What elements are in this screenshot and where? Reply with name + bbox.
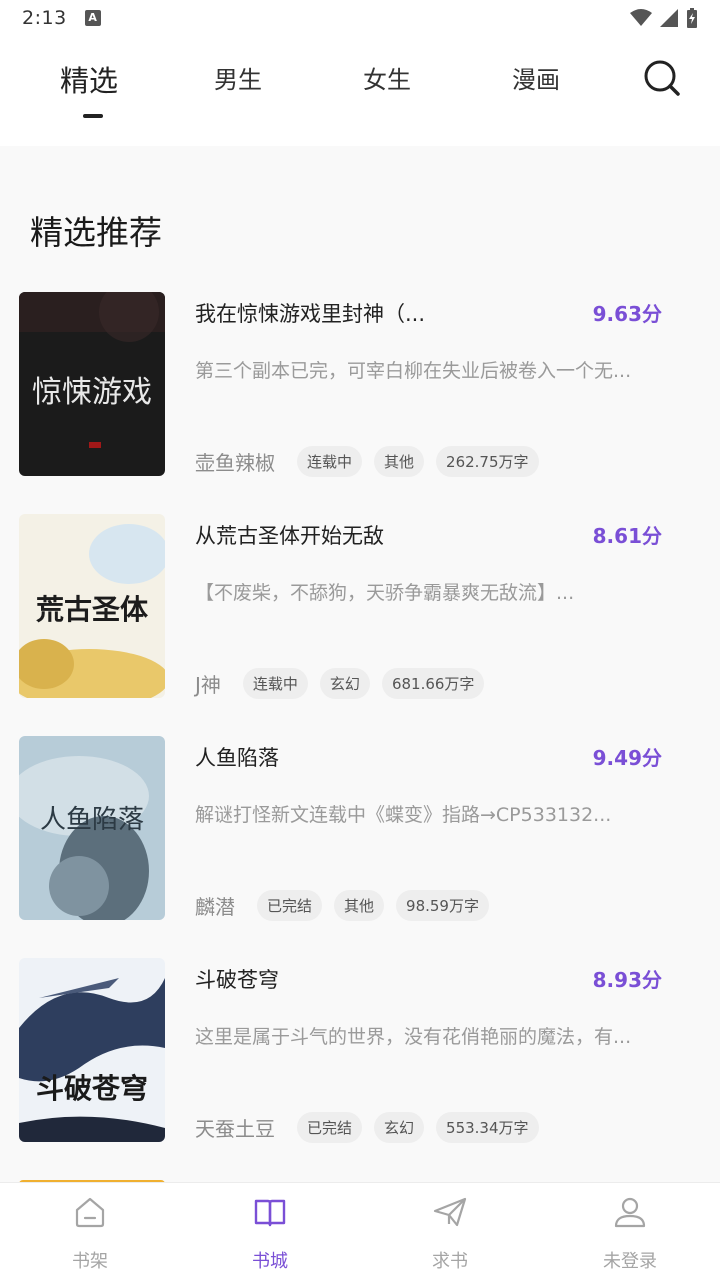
- genre-tag: 其他: [374, 446, 425, 477]
- bottom-nav: 书架 书城 求书 未登录: [0, 1182, 720, 1280]
- notification-icon: A: [84, 10, 101, 26]
- user-icon: [614, 1197, 646, 1228]
- nav-label: 书城: [252, 1251, 288, 1272]
- book-author: 麟潜: [195, 895, 235, 919]
- book-cover: 荒古圣体: [19, 514, 165, 698]
- active-tab-indicator: [83, 114, 103, 118]
- book-score: 9.63分: [592, 302, 662, 326]
- tab-comics[interactable]: 漫画: [512, 60, 560, 95]
- home-icon: [75, 1197, 105, 1228]
- book-author: 壶鱼辣椒: [195, 451, 275, 475]
- book-description: 这里是属于斗气的世界，没有花俏艳丽的魔法，有...: [195, 1026, 632, 1048]
- book-meta: J神 连载中 玄幻 681.66万字: [195, 668, 485, 699]
- book-title: 我在惊悚游戏里封神（...: [195, 302, 426, 326]
- status-time: 2:13: [22, 7, 67, 29]
- tab-male[interactable]: 男生: [214, 60, 262, 95]
- wifi-icon: [630, 9, 652, 26]
- nav-login[interactable]: 未登录: [540, 1183, 720, 1280]
- battery-icon: [687, 8, 697, 28]
- cover-title: 人鱼陷落: [40, 805, 144, 835]
- book-title: 从荒古圣体开始无敌: [195, 524, 384, 548]
- book-score: 8.93分: [592, 968, 662, 992]
- book-score: 8.61分: [592, 524, 662, 548]
- book-cover: 斗破苍穹: [19, 958, 165, 1142]
- status-tag: 连载中: [297, 446, 363, 477]
- book-item[interactable]: 人鱼陷落 人鱼陷落 9.49分 解谜打怪新文连载中《蝶变》指路→CP533132…: [0, 736, 720, 922]
- nav-label: 书架: [72, 1251, 108, 1272]
- book-meta: 壶鱼辣椒 连载中 其他 262.75万字: [195, 446, 539, 477]
- book-cover: 惊悚游戏: [19, 292, 165, 476]
- nav-bookshelf[interactable]: 书架: [0, 1183, 180, 1280]
- signal-icon: [660, 9, 678, 27]
- book-item[interactable]: 斗破苍穹 斗破苍穹 8.93分 这里是属于斗气的世界，没有花俏艳丽的魔法，有..…: [0, 958, 720, 1144]
- word-count-tag: 553.34万字: [436, 1112, 539, 1143]
- genre-tag: 其他: [334, 890, 385, 921]
- genre-tag: 玄幻: [374, 1112, 425, 1143]
- section-title: 精选推荐: [30, 213, 162, 252]
- cover-title: 荒古圣体: [36, 593, 149, 626]
- paper-plane-icon: [433, 1197, 467, 1227]
- word-count-tag: 681.66万字: [381, 668, 485, 699]
- book-title: 人鱼陷落: [195, 746, 279, 770]
- book-author: J神: [195, 673, 221, 697]
- status-tag: 已完结: [257, 890, 323, 921]
- status-tag: 连载中: [242, 668, 308, 699]
- book-icon: [254, 1199, 286, 1227]
- tab-featured[interactable]: 精选: [60, 58, 118, 100]
- tab-female[interactable]: 女生: [363, 60, 411, 95]
- book-item[interactable]: 荒古圣体 从荒古圣体开始无敌 8.61分 【不废柴，不舔狗，天骄争霸暴爽无敌流】…: [0, 514, 720, 700]
- book-meta: 麟潜 已完结 其他 98.59万字: [195, 890, 489, 921]
- status-bar: 2:13 A: [0, 0, 720, 36]
- book-author: 天蚕土豆: [195, 1117, 275, 1141]
- book-score: 9.49分: [592, 746, 662, 770]
- cover-title: 惊悚游戏: [32, 375, 152, 410]
- book-description: 第三个副本已完，可宰白柳在失业后被卷入一个无...: [195, 360, 632, 382]
- book-description: 【不废柴，不舔狗，天骄争霸暴爽无敌流】...: [195, 582, 575, 604]
- word-count-tag: 98.59万字: [396, 890, 489, 921]
- nav-request-book[interactable]: 求书: [360, 1183, 540, 1280]
- nav-bookstore[interactable]: 书城: [180, 1183, 360, 1280]
- search-icon[interactable]: [642, 58, 682, 98]
- nav-label: 求书: [432, 1251, 468, 1272]
- word-count-tag: 262.75万字: [436, 446, 539, 477]
- category-tabs: 精选 男生 女生 漫画: [0, 36, 720, 146]
- status-icons: [630, 8, 698, 28]
- book-item[interactable]: 惊悚游戏 我在惊悚游戏里封神（... 9.63分 第三个副本已完，可宰白柳在失业…: [0, 292, 720, 478]
- book-store-content: 精选推荐 惊悚游戏 我在惊悚游戏里封神（... 9.63分 第三个副本已完，可宰…: [0, 146, 720, 1182]
- book-meta: 天蚕土豆 已完结 玄幻 553.34万字: [195, 1112, 539, 1143]
- genre-tag: 玄幻: [319, 668, 370, 699]
- book-cover: 人鱼陷落: [19, 736, 165, 920]
- nav-label: 未登录: [603, 1251, 657, 1272]
- book-description: 解谜打怪新文连载中《蝶变》指路→CP533132...: [195, 804, 612, 826]
- status-tag: 已完结: [297, 1112, 363, 1143]
- book-title: 斗破苍穹: [195, 968, 279, 992]
- cover-title: 斗破苍穹: [36, 1072, 148, 1105]
